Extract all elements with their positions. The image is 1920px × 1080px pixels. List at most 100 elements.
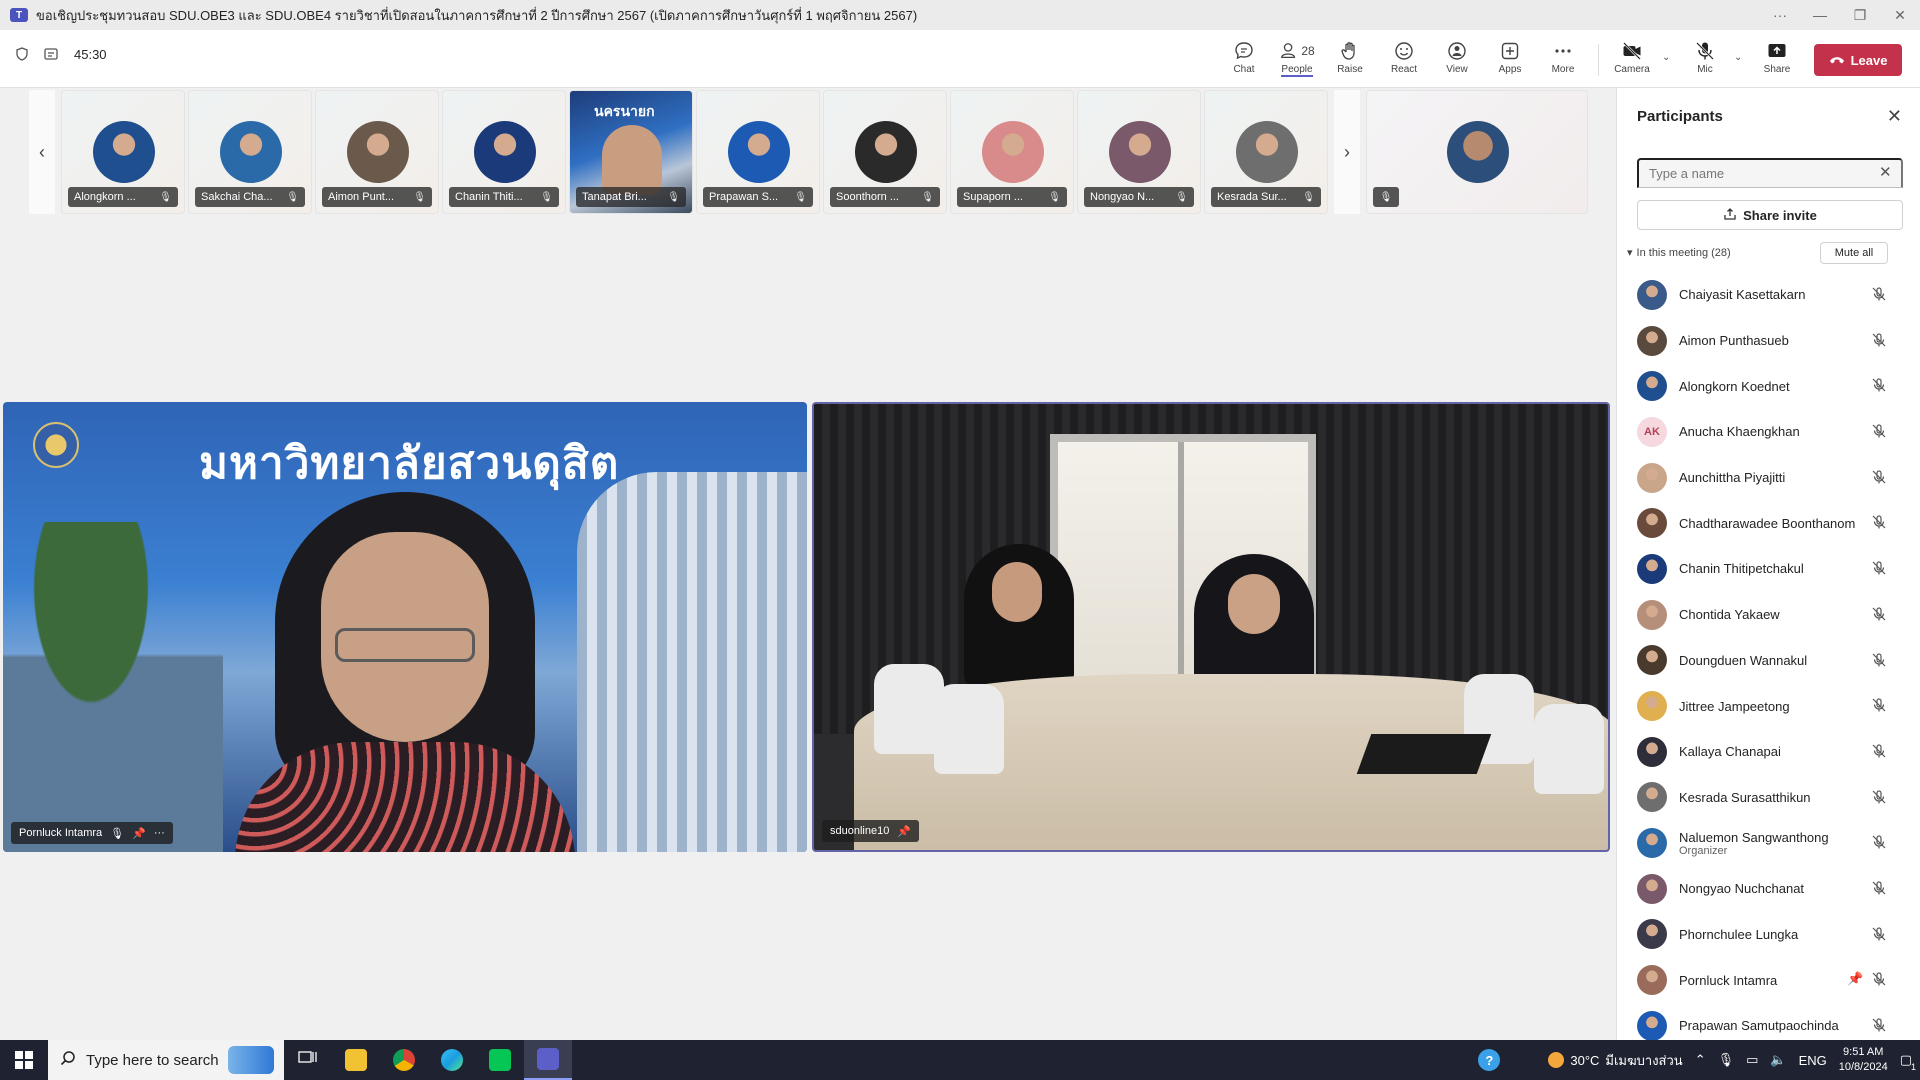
volume-icon[interactable]: 🔈 bbox=[1770, 1052, 1786, 1068]
taskbar-edge[interactable] bbox=[428, 1040, 476, 1080]
camera-options-chevron-icon[interactable]: ⌄ bbox=[1662, 52, 1670, 63]
camera-button[interactable]: Camera bbox=[1606, 38, 1658, 82]
participant-row[interactable]: AK Anucha Khaengkhan bbox=[1617, 409, 1920, 455]
people-button[interactable]: 28 People bbox=[1271, 38, 1323, 82]
participant-thumbnail[interactable]: Kesrada Sur... 🎙 bbox=[1204, 90, 1328, 214]
pin-icon[interactable]: 📌 bbox=[897, 825, 911, 838]
participant-row[interactable]: Chaiyasit Kasettakarn bbox=[1617, 272, 1920, 318]
taskbar-line[interactable] bbox=[476, 1040, 524, 1080]
help-icon[interactable]: ? bbox=[1478, 1049, 1501, 1071]
muted-mic-icon[interactable] bbox=[1871, 789, 1887, 805]
apps-button[interactable]: Apps bbox=[1484, 38, 1536, 82]
pin-icon[interactable]: 📌 bbox=[132, 827, 146, 840]
raise-hand-button[interactable]: Raise bbox=[1324, 38, 1376, 82]
react-button[interactable]: React bbox=[1378, 38, 1430, 82]
participant-row[interactable]: Chadtharawadee Boonthanom bbox=[1617, 500, 1920, 546]
mute-all-button[interactable]: Mute all bbox=[1820, 242, 1888, 264]
participant-row[interactable]: Jittree Jampeetong bbox=[1617, 683, 1920, 729]
muted-mic-icon[interactable] bbox=[1871, 743, 1887, 759]
participant-search-input[interactable] bbox=[1637, 158, 1903, 188]
meeting-notes-icon[interactable] bbox=[44, 46, 60, 62]
share-invite-button[interactable]: Share invite bbox=[1637, 200, 1903, 230]
more-button[interactable]: More bbox=[1537, 38, 1589, 82]
view-button[interactable]: View bbox=[1431, 38, 1483, 82]
shield-icon[interactable] bbox=[14, 46, 30, 62]
participant-row[interactable]: Phornchulee Lungka bbox=[1617, 912, 1920, 958]
avatar bbox=[1236, 121, 1298, 183]
participant-row[interactable]: Nongyao Nuchchanat bbox=[1617, 866, 1920, 912]
chat-button[interactable]: Chat bbox=[1218, 38, 1270, 82]
more-options-button[interactable]: ··· bbox=[1760, 7, 1800, 23]
task-view-button[interactable] bbox=[284, 1040, 332, 1080]
avatar bbox=[1637, 279, 1667, 310]
strip-prev-button[interactable]: ‹ bbox=[29, 90, 55, 214]
taskbar-teams[interactable] bbox=[524, 1040, 572, 1080]
minimize-button[interactable]: — bbox=[1800, 7, 1840, 23]
pin-icon[interactable]: 📌 bbox=[1847, 971, 1863, 987]
participant-thumbnail[interactable]: Nongyao N... 🎙 bbox=[1077, 90, 1201, 214]
clock[interactable]: 9:51 AM 10/8/2024 bbox=[1839, 1045, 1888, 1075]
participant-row[interactable]: Kesrada Surasatthikun bbox=[1617, 775, 1920, 821]
participant-thumbnail[interactable]: Supaporn ... 🎙 bbox=[950, 90, 1074, 214]
strip-next-button[interactable]: › bbox=[1334, 90, 1360, 214]
muted-mic-icon[interactable] bbox=[1871, 1017, 1887, 1033]
muted-mic-icon[interactable] bbox=[1871, 834, 1887, 850]
muted-mic-icon[interactable] bbox=[1871, 926, 1887, 942]
participant-thumbnail[interactable]: Alongkorn ... 🎙 bbox=[61, 90, 185, 214]
clear-search-icon[interactable]: ✕ bbox=[1879, 163, 1892, 181]
muted-mic-icon[interactable] bbox=[1871, 697, 1887, 713]
microphone-icon[interactable]: 🎙 bbox=[1718, 1052, 1735, 1068]
mic-options-chevron-icon[interactable]: ⌄ bbox=[1734, 52, 1742, 63]
participant-row[interactable]: Kallaya Chanapai bbox=[1617, 729, 1920, 775]
leave-button[interactable]: Leave bbox=[1814, 44, 1902, 76]
muted-mic-icon[interactable] bbox=[1871, 652, 1887, 668]
share-button[interactable]: Share bbox=[1751, 38, 1803, 82]
participant-row[interactable]: Aimon Punthasueb bbox=[1617, 318, 1920, 364]
input-language[interactable]: ENG bbox=[1799, 1053, 1827, 1068]
thumbnail-name-label: Chanin Thiti... 🎙 bbox=[449, 187, 559, 207]
maximize-button[interactable]: ❐ bbox=[1840, 7, 1880, 24]
taskbar-chrome[interactable] bbox=[380, 1040, 428, 1080]
chevron-up-icon[interactable]: ⌃ bbox=[1695, 1052, 1706, 1068]
participant-thumbnail[interactable]: Prapawan S... 🎙 bbox=[696, 90, 820, 214]
participant-tile-extra[interactable]: 🎙 bbox=[1366, 90, 1588, 214]
participant-row[interactable]: Pornluck Intamra 📌 bbox=[1617, 957, 1920, 1003]
participant-row[interactable]: Chontida Yakaew bbox=[1617, 592, 1920, 638]
participant-thumbnail[interactable]: Soonthorn ... 🎙 bbox=[823, 90, 947, 214]
video-tile-pornluck[interactable]: มหาวิทยาลัยสวนดุสิต Pornluck Intamra 🎙 📌… bbox=[3, 402, 807, 852]
mic-button[interactable]: Mic bbox=[1679, 38, 1731, 82]
participant-row[interactable]: Prapawan Samutpaochinda bbox=[1617, 1003, 1920, 1040]
participant-row[interactable]: Alongkorn Koednet bbox=[1617, 363, 1920, 409]
video-name-label: Pornluck Intamra 🎙 📌 ··· bbox=[11, 822, 173, 844]
muted-mic-icon[interactable] bbox=[1871, 560, 1887, 576]
network-icon[interactable]: ▭ bbox=[1746, 1052, 1758, 1068]
more-options-icon[interactable]: ··· bbox=[154, 827, 165, 839]
muted-mic-icon[interactable] bbox=[1871, 880, 1887, 896]
participant-row[interactable]: Naluemon Sangwanthong Organizer bbox=[1617, 820, 1920, 866]
muted-mic-icon[interactable] bbox=[1871, 286, 1887, 302]
taskbar-file-explorer[interactable] bbox=[332, 1040, 380, 1080]
close-window-button[interactable]: ✕ bbox=[1880, 7, 1920, 24]
muted-mic-icon[interactable] bbox=[1871, 971, 1887, 987]
participant-thumbnail[interactable]: Chanin Thiti... 🎙 bbox=[442, 90, 566, 214]
muted-mic-icon[interactable] bbox=[1871, 332, 1887, 348]
participant-thumbnail[interactable]: Sakchai Cha... 🎙 bbox=[188, 90, 312, 214]
participant-row[interactable]: Aunchittha Piyajitti bbox=[1617, 455, 1920, 501]
taskbar-search-box[interactable]: Type here to search bbox=[48, 1040, 284, 1080]
weather-widget[interactable]: 30°C มีเมฆบางส่วน bbox=[1548, 1050, 1683, 1071]
video-tile-sduonline10[interactable]: sduonline10 📌 bbox=[812, 402, 1610, 852]
muted-mic-icon[interactable] bbox=[1871, 606, 1887, 622]
in-meeting-header[interactable]: ▾ In this meeting (28) bbox=[1627, 246, 1731, 260]
participant-thumbnail[interactable]: นครนายก Tanapat Bri... 🎙 bbox=[569, 90, 693, 214]
muted-mic-icon[interactable] bbox=[1871, 423, 1887, 439]
muted-mic-icon[interactable] bbox=[1871, 469, 1887, 485]
muted-mic-icon[interactable] bbox=[1871, 377, 1887, 393]
start-button[interactable] bbox=[0, 1040, 48, 1080]
notifications-icon[interactable]: ▢ 1 bbox=[1900, 1052, 1916, 1072]
participant-row[interactable]: Chanin Thitipetchakul bbox=[1617, 546, 1920, 592]
participant-thumbnail[interactable]: Aimon Punt... 🎙 bbox=[315, 90, 439, 214]
participant-row[interactable]: Doungduen Wannakul bbox=[1617, 638, 1920, 684]
share-label: Share bbox=[1763, 64, 1791, 75]
close-panel-icon[interactable]: ✕ bbox=[1887, 106, 1902, 127]
muted-mic-icon[interactable] bbox=[1871, 514, 1887, 530]
